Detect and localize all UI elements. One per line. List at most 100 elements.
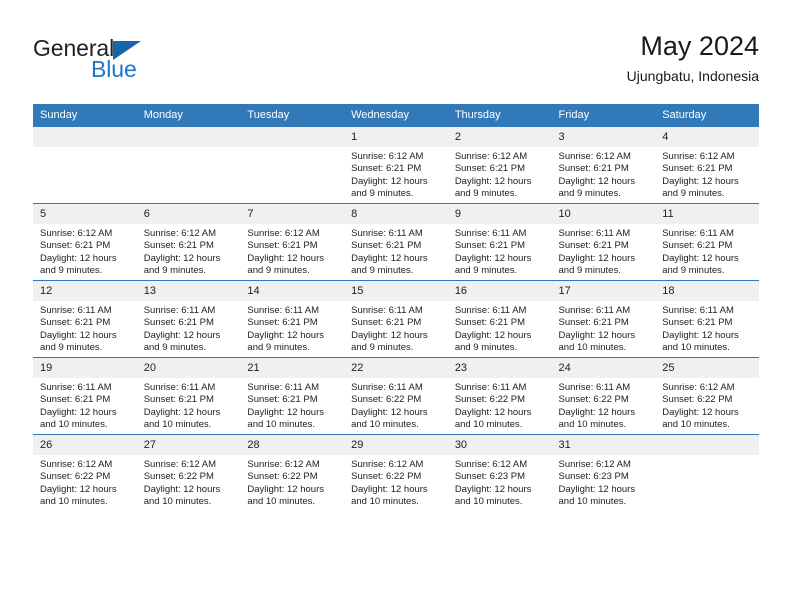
- calendar-day-cell[interactable]: 22 Sunrise: 6:11 AM Sunset: 6:22 PM Dayligh…: [344, 357, 448, 435]
- sunrise-time: Sunrise: 6:11 AM: [143, 305, 216, 316]
- sunset-time: Sunset: 6:21 PM: [454, 240, 526, 252]
- day-number: 9: [447, 204, 552, 224]
- calendar-day-cell[interactable]: 4 Sunrise: 6:12 AM Sunset: 6:21 PM Daylight…: [655, 126, 759, 204]
- calendar-day-cell[interactable]: 17 Sunrise: 6:11 AM Sunset: 6:21 PM Dayligh…: [551, 280, 656, 358]
- calendar-day-cell-empty: [655, 434, 759, 511]
- daylight-duration-line1: Daylight: 12 hours: [40, 329, 117, 341]
- day-number: 2: [447, 127, 552, 147]
- page-header: General Blue May 2024 Ujungbatu, Indones…: [33, 30, 759, 96]
- daylight-duration-line2: and 9 minutes.: [351, 341, 414, 353]
- day-number: 28: [240, 435, 345, 455]
- daylight-duration-line1: Daylight: 12 hours: [351, 175, 428, 187]
- calendar-day-cell[interactable]: 1 Sunrise: 6:12 AM Sunset: 6:21 PM Daylight…: [344, 126, 448, 204]
- daylight-duration-line1: Daylight: 12 hours: [247, 252, 324, 264]
- calendar-day-cell[interactable]: 29 Sunrise: 6:12 AM Sunset: 6:22 PM Dayligh…: [344, 434, 448, 511]
- calendar-day-cell[interactable]: 7 Sunrise: 6:12 AM Sunset: 6:21 PM Daylight…: [240, 203, 345, 281]
- calendar-week-row: 26 Sunrise: 6:12 AM Sunset: 6:22 PM Dayligh…: [33, 434, 759, 511]
- daylight-duration-line1: Daylight: 12 hours: [143, 406, 221, 418]
- calendar-day-cell[interactable]: 18 Sunrise: 6:11 AM Sunset: 6:21 PM Dayligh…: [655, 280, 759, 358]
- daylight-duration-line1: Daylight: 12 hours: [247, 329, 324, 341]
- day-sun-info: Sunrise: 6:12 AM Sunset: 6:23 PM Daylight:…: [448, 455, 552, 508]
- daylight-duration-line2: and 9 minutes.: [247, 264, 310, 276]
- day-number: 26: [33, 435, 137, 455]
- daylight-duration-line1: Daylight: 12 hours: [662, 252, 739, 264]
- sunrise-time: Sunrise: 6:11 AM: [558, 382, 631, 393]
- sunrise-time: Sunrise: 6:12 AM: [351, 151, 424, 162]
- calendar-day-cell-empty: [240, 126, 345, 204]
- daylight-duration-line2: and 9 minutes.: [454, 187, 518, 199]
- calendar-day-cell[interactable]: 23 Sunrise: 6:11 AM Sunset: 6:22 PM Dayligh…: [447, 357, 552, 435]
- day-sun-info: Sunrise: 6:11 AM Sunset: 6:21 PM Daylight:…: [137, 378, 241, 431]
- day-number: 7: [240, 204, 345, 224]
- day-number: 23: [447, 358, 552, 378]
- sunset-time: Sunset: 6:21 PM: [454, 317, 526, 329]
- day-sun-info: Sunrise: 6:11 AM Sunset: 6:21 PM Daylight:…: [344, 301, 448, 354]
- calendar-day-cell[interactable]: 8 Sunrise: 6:11 AM Sunset: 6:21 PM Daylight…: [344, 203, 448, 281]
- daylight-duration-line2: and 9 minutes.: [454, 341, 518, 353]
- day-sun-info: Sunrise: 6:11 AM Sunset: 6:21 PM Daylight:…: [33, 301, 137, 354]
- calendar-day-cell[interactable]: 25 Sunrise: 6:12 AM Sunset: 6:22 PM Dayligh…: [655, 357, 759, 435]
- day-sun-info: Sunrise: 6:12 AM Sunset: 6:21 PM Daylight:…: [137, 224, 241, 277]
- calendar-day-cell[interactable]: 15 Sunrise: 6:11 AM Sunset: 6:21 PM Dayligh…: [344, 280, 448, 358]
- calendar-day-cell[interactable]: 14 Sunrise: 6:11 AM Sunset: 6:21 PM Dayligh…: [240, 280, 345, 358]
- sunrise-time: Sunrise: 6:11 AM: [454, 382, 527, 393]
- day-sun-info: Sunrise: 6:12 AM Sunset: 6:21 PM Daylight:…: [33, 224, 137, 277]
- calendar-day-cell[interactable]: 19 Sunrise: 6:11 AM Sunset: 6:21 PM Dayligh…: [33, 357, 137, 435]
- day-sun-info: Sunrise: 6:12 AM Sunset: 6:23 PM Daylight:…: [552, 455, 656, 508]
- sunset-time: Sunset: 6:22 PM: [558, 394, 629, 406]
- calendar-day-cell[interactable]: 3 Sunrise: 6:12 AM Sunset: 6:21 PM Daylight…: [551, 126, 656, 204]
- calendar-day-cell[interactable]: 20 Sunrise: 6:11 AM Sunset: 6:21 PM Dayligh…: [136, 357, 241, 435]
- sunrise-time: Sunrise: 6:12 AM: [143, 459, 217, 470]
- calendar-day-cell[interactable]: 13 Sunrise: 6:11 AM Sunset: 6:21 PM Dayligh…: [136, 280, 241, 358]
- calendar-day-cell[interactable]: 26 Sunrise: 6:12 AM Sunset: 6:22 PM Dayligh…: [33, 434, 137, 511]
- calendar-week-row: 12 Sunrise: 6:11 AM Sunset: 6:21 PM Dayligh…: [33, 280, 759, 358]
- day-number: 25: [655, 358, 759, 378]
- calendar-day-cell[interactable]: 27 Sunrise: 6:12 AM Sunset: 6:22 PM Dayligh…: [136, 434, 241, 511]
- calendar-day-cell[interactable]: 9 Sunrise: 6:11 AM Sunset: 6:21 PM Daylight…: [447, 203, 552, 281]
- sunrise-time: Sunrise: 6:12 AM: [40, 459, 113, 470]
- daylight-duration-line2: and 10 minutes.: [351, 418, 419, 430]
- sunrise-time: Sunrise: 6:12 AM: [662, 151, 735, 162]
- calendar-day-cell[interactable]: 30 Sunrise: 6:12 AM Sunset: 6:23 PM Dayligh…: [447, 434, 552, 511]
- calendar-day-cell[interactable]: 12 Sunrise: 6:11 AM Sunset: 6:21 PM Dayligh…: [33, 280, 137, 358]
- sunrise-time: Sunrise: 6:11 AM: [351, 382, 423, 393]
- calendar-day-cell[interactable]: 2 Sunrise: 6:12 AM Sunset: 6:21 PM Daylight…: [447, 126, 552, 204]
- calendar-day-cell[interactable]: 10 Sunrise: 6:11 AM Sunset: 6:21 PM Dayligh…: [551, 203, 656, 281]
- daylight-duration-line2: and 9 minutes.: [558, 187, 621, 199]
- daylight-duration-line1: Daylight: 12 hours: [662, 175, 739, 187]
- sunrise-time: Sunrise: 6:12 AM: [247, 228, 320, 239]
- daylight-duration-line1: Daylight: 12 hours: [40, 483, 117, 495]
- calendar-day-cell[interactable]: 11 Sunrise: 6:11 AM Sunset: 6:21 PM Dayligh…: [655, 203, 759, 281]
- daylight-duration-line2: and 10 minutes.: [454, 495, 523, 507]
- sunset-time: Sunset: 6:23 PM: [454, 471, 526, 483]
- calendar-day-cell[interactable]: 16 Sunrise: 6:11 AM Sunset: 6:21 PM Dayligh…: [447, 280, 552, 358]
- day-sun-info: Sunrise: 6:12 AM Sunset: 6:22 PM Daylight:…: [240, 455, 344, 508]
- calendar-day-cell[interactable]: 24 Sunrise: 6:11 AM Sunset: 6:22 PM Dayligh…: [551, 357, 656, 435]
- day-sun-info: Sunrise: 6:11 AM Sunset: 6:21 PM Daylight:…: [344, 224, 448, 277]
- daylight-duration-line2: and 9 minutes.: [454, 264, 518, 276]
- sunrise-time: Sunrise: 6:12 AM: [558, 459, 631, 470]
- day-sun-info: Sunrise: 6:11 AM Sunset: 6:22 PM Daylight:…: [552, 378, 656, 431]
- general-blue-logo[interactable]: General Blue: [33, 35, 263, 91]
- daylight-duration-line2: and 10 minutes.: [40, 418, 108, 430]
- day-number: 17: [551, 281, 656, 301]
- daylight-duration-line2: and 10 minutes.: [454, 418, 523, 430]
- sunrise-time: Sunrise: 6:12 AM: [454, 459, 528, 470]
- calendar-day-cell[interactable]: 31 Sunrise: 6:12 AM Sunset: 6:23 PM Dayligh…: [551, 434, 656, 511]
- sunrise-time: Sunrise: 6:11 AM: [558, 228, 631, 239]
- weekday-header-thursday: Thursday: [447, 104, 552, 127]
- logo-text-blue: Blue: [91, 56, 137, 82]
- calendar-day-cell[interactable]: 5 Sunrise: 6:12 AM Sunset: 6:21 PM Daylight…: [33, 203, 137, 281]
- calendar-day-cell[interactable]: 6 Sunrise: 6:12 AM Sunset: 6:21 PM Daylight…: [136, 203, 241, 281]
- calendar-day-cell[interactable]: 28 Sunrise: 6:12 AM Sunset: 6:22 PM Dayligh…: [240, 434, 345, 511]
- weekday-header-monday: Monday: [136, 104, 241, 127]
- sunrise-time: Sunrise: 6:11 AM: [454, 305, 527, 316]
- sunset-time: Sunset: 6:22 PM: [662, 394, 733, 406]
- calendar-body: 1 Sunrise: 6:12 AM Sunset: 6:21 PM Daylight…: [33, 126, 759, 511]
- day-number: 29: [344, 435, 448, 455]
- calendar-day-cell[interactable]: 21 Sunrise: 6:11 AM Sunset: 6:21 PM Dayligh…: [240, 357, 345, 435]
- sunset-time: Sunset: 6:22 PM: [351, 471, 422, 483]
- sunrise-time: Sunrise: 6:11 AM: [247, 382, 320, 393]
- day-number: 8: [344, 204, 448, 224]
- daylight-duration-line2: and 10 minutes.: [40, 495, 108, 507]
